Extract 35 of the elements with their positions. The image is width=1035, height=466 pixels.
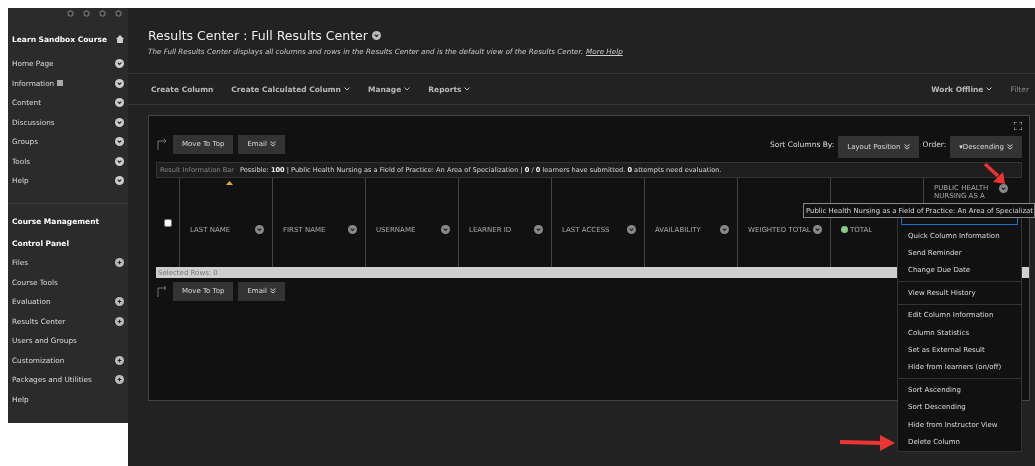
document-icon: [57, 80, 64, 87]
chevron-down-icon[interactable]: [115, 176, 124, 186]
chevron-down-icon[interactable]: [813, 225, 822, 234]
caret-icon: [464, 87, 471, 92]
pointer-arrow: [838, 434, 896, 452]
home-icon[interactable]: [116, 35, 124, 43]
expand-icon[interactable]: [1014, 122, 1022, 130]
pointer-arrow: [984, 163, 1006, 185]
check-circle-icon: [841, 226, 848, 233]
chevron-down-icon[interactable]: [115, 117, 124, 127]
chevron-down-icon[interactable]: [255, 225, 264, 234]
chevron-down-icon[interactable]: [999, 184, 1008, 193]
chevron-down-icon[interactable]: [115, 156, 124, 166]
double-caret-icon: [903, 144, 910, 151]
chevron-down-icon[interactable]: [441, 225, 450, 234]
chevron-down-icon[interactable]: [720, 225, 729, 234]
chevron-down-icon[interactable]: [115, 59, 124, 69]
chevron-down-icon[interactable]: [115, 98, 124, 108]
page-title: Results Center : Full Results Center: [148, 28, 368, 43]
corner-arrow-icon: [156, 284, 168, 298]
caret-icon: [343, 87, 350, 92]
caret-icon: [404, 87, 411, 92]
chevron-down-icon[interactable]: [348, 225, 357, 234]
chevron-down-icon[interactable]: [534, 225, 543, 234]
caret-icon: [986, 87, 993, 92]
chevron-down-icon[interactable]: [371, 31, 381, 40]
chevron-down-icon[interactable]: [115, 137, 124, 147]
corner-arrow-icon: [156, 137, 168, 151]
select-all-checkbox[interactable]: [163, 218, 172, 227]
double-caret-icon: [269, 288, 276, 295]
sort-indicator-icon: [226, 181, 233, 185]
chevron-down-icon[interactable]: [627, 225, 636, 234]
chevron-down-icon[interactable]: [115, 78, 124, 88]
double-caret-icon: [269, 141, 276, 148]
double-caret-icon: [1007, 144, 1013, 151]
